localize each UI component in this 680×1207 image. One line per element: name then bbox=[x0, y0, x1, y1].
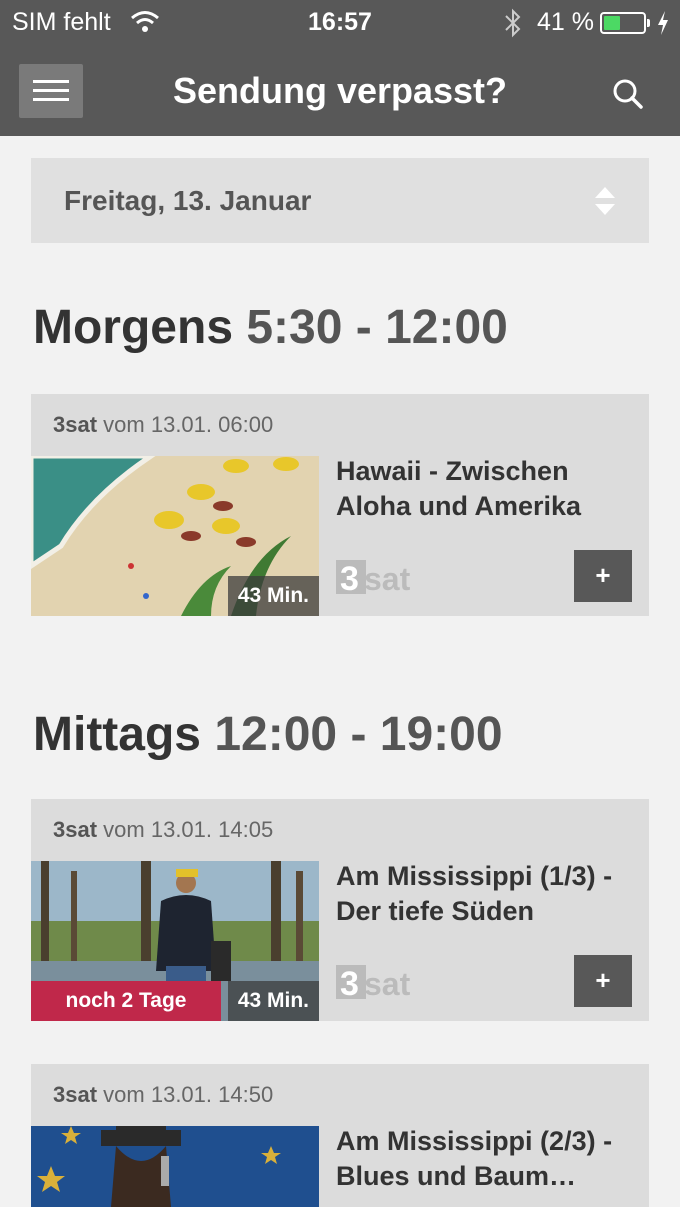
program-card[interactable]: 3sat vom 13.01. 14:05 noch 2 Tage 43 Min… bbox=[31, 799, 649, 1021]
program-meta: 3sat vom 13.01. 06:00 bbox=[53, 412, 273, 438]
program-meta: 3sat vom 13.01. 14:50 bbox=[53, 1082, 273, 1108]
duration-badge: 43 Min. bbox=[227, 981, 319, 1021]
section-name: Mittags bbox=[33, 708, 201, 761]
duration-badge: 43 Min. bbox=[227, 576, 319, 616]
channel-name: 3sat bbox=[53, 1082, 98, 1107]
program-meta: 3sat vom 13.01. 14:05 bbox=[53, 817, 273, 843]
blues-singer-image bbox=[31, 1126, 319, 1207]
broadcast-date: vom 13.01. 06:00 bbox=[103, 412, 274, 437]
up-down-arrows-icon bbox=[595, 187, 615, 215]
program-title[interactable]: Hawaii - Zwischen Aloha und Amerika bbox=[336, 454, 636, 524]
program-thumbnail[interactable]: 43 Min. bbox=[31, 456, 319, 616]
program-thumbnail[interactable] bbox=[31, 1126, 319, 1207]
program-title[interactable]: Am Mississippi (2/3) - Blues und Baum… bbox=[336, 1124, 636, 1194]
date-selector[interactable]: Freitag, 13. Januar bbox=[31, 158, 649, 243]
date-selector-value: Freitag, 13. Januar bbox=[64, 185, 312, 216]
battery-level bbox=[604, 16, 620, 30]
3sat-logo: 3 sat bbox=[336, 560, 411, 598]
status-bar: SIM fehlt 16:57 41 % bbox=[0, 0, 680, 46]
svg-text:3: 3 bbox=[340, 560, 359, 598]
charging-icon bbox=[658, 11, 668, 35]
battery-percent: 41 % bbox=[537, 8, 594, 36]
section-name: Morgens bbox=[33, 301, 234, 354]
search-icon[interactable] bbox=[608, 74, 648, 114]
broadcast-date: vom 13.01. 14:50 bbox=[103, 1082, 274, 1107]
channel-name: 3sat bbox=[53, 817, 98, 842]
expiry-badge: noch 2 Tage bbox=[31, 981, 221, 1021]
program-card[interactable]: 3sat vom 13.01. 14:50 Am Mississippi (2/… bbox=[31, 1064, 649, 1207]
broadcast-date: vom 13.01. 14:05 bbox=[103, 817, 274, 842]
program-title[interactable]: Am Mississippi (1/3) - Der tiefe Süden bbox=[336, 859, 636, 929]
add-to-list-button[interactable]: + bbox=[574, 550, 632, 602]
3sat-logo: 3 sat bbox=[336, 965, 411, 1003]
svg-text:sat: sat bbox=[364, 966, 411, 1002]
program-thumbnail[interactable]: noch 2 Tage 43 Min. bbox=[31, 861, 319, 1021]
bluetooth-icon bbox=[505, 8, 521, 38]
svg-text:3: 3 bbox=[340, 965, 359, 1003]
svg-text:sat: sat bbox=[364, 561, 411, 597]
section-heading-mittags: Mittags 12:00 - 19:00 bbox=[33, 707, 503, 762]
section-time-range: 5:30 - 12:00 bbox=[246, 301, 508, 354]
section-heading-morgens: Morgens 5:30 - 12:00 bbox=[33, 300, 508, 355]
channel-name: 3sat bbox=[53, 412, 98, 437]
section-time-range: 12:00 - 19:00 bbox=[214, 708, 503, 761]
battery-icon bbox=[600, 12, 650, 34]
add-to-list-button[interactable]: + bbox=[574, 955, 632, 1007]
page-title: Sendung verpasst? bbox=[172, 70, 508, 111]
program-card[interactable]: 3sat vom 13.01. 06:00 43 Min. Hawaii - Z… bbox=[31, 394, 649, 616]
nav-bar: Sendung verpasst? bbox=[0, 46, 680, 136]
